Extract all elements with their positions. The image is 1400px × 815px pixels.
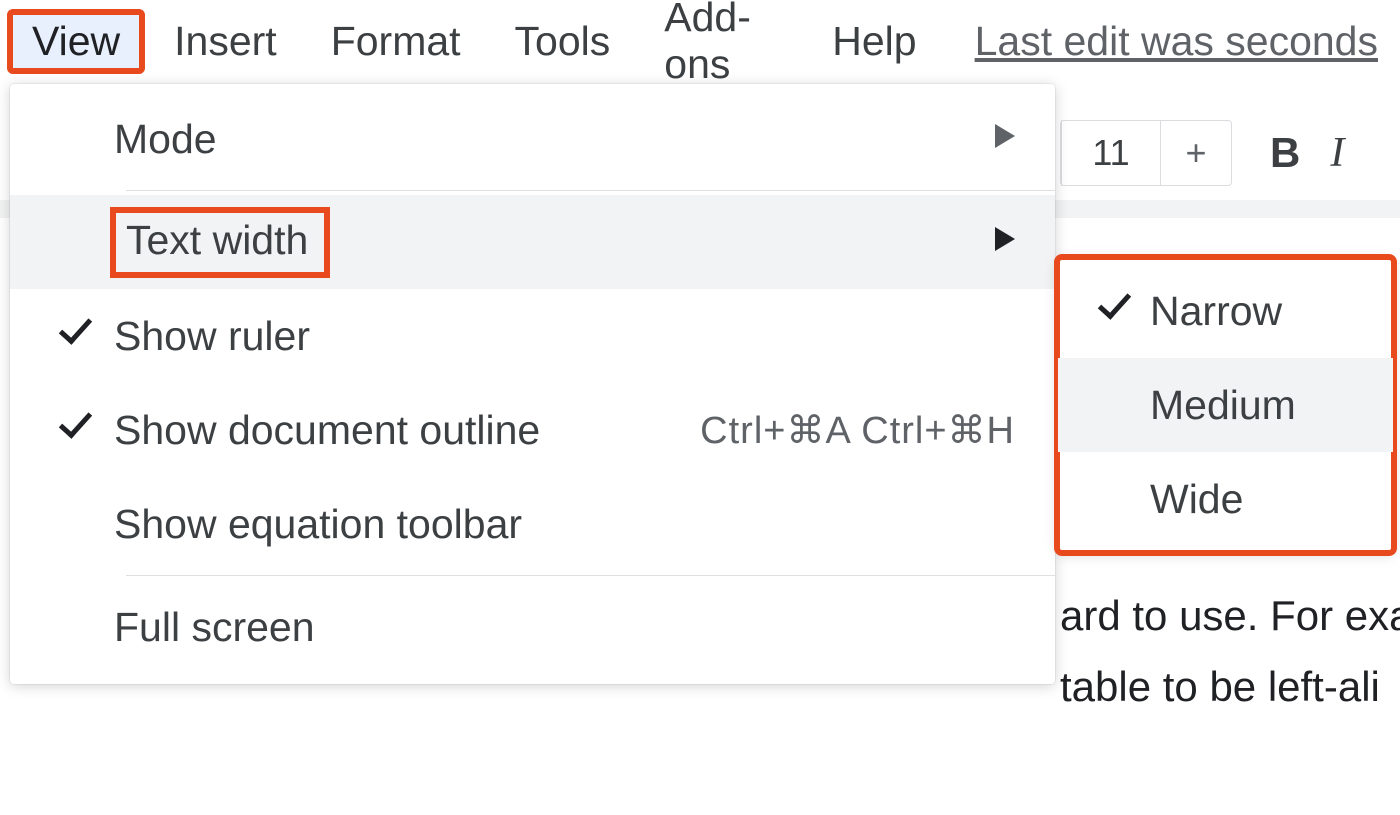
- menu-item-show-ruler-label: Show ruler: [110, 313, 1015, 360]
- bold-button[interactable]: B: [1270, 129, 1300, 177]
- check-icon: [1082, 294, 1146, 328]
- submenu-item-medium[interactable]: Medium: [1058, 358, 1393, 452]
- view-dropdown: Mode Text width Show ruler Show document…: [10, 84, 1055, 684]
- menu-item-show-ruler[interactable]: Show ruler: [10, 289, 1055, 383]
- last-edit-link[interactable]: Last edit was seconds: [963, 12, 1390, 71]
- chevron-right-icon: [995, 226, 1015, 258]
- text-width-submenu: Narrow Medium Wide: [1058, 258, 1393, 552]
- highlight-box: Text width: [110, 207, 330, 278]
- submenu-item-narrow-label: Narrow: [1146, 288, 1363, 335]
- font-size-input[interactable]: 11: [1061, 120, 1161, 186]
- menu-item-show-outline[interactable]: Show document outline Ctrl+⌘A Ctrl+⌘H: [10, 383, 1055, 477]
- menu-view[interactable]: View: [10, 12, 142, 71]
- menu-help[interactable]: Help: [810, 12, 938, 71]
- check-icon: [40, 413, 110, 447]
- menu-item-show-outline-shortcut: Ctrl+⌘A Ctrl+⌘H: [700, 408, 1015, 453]
- menu-item-show-equation-toolbar[interactable]: Show equation toolbar: [10, 477, 1055, 571]
- document-line-1: ard to use. For exa: [1060, 580, 1400, 651]
- menu-format[interactable]: Format: [309, 12, 483, 71]
- menu-item-full-screen-label: Full screen: [110, 604, 1015, 651]
- menu-tools[interactable]: Tools: [493, 12, 633, 71]
- document-text-fragment: ard to use. For exa table to be left-ali: [1060, 580, 1400, 723]
- menu-item-full-screen[interactable]: Full screen: [10, 580, 1055, 674]
- document-line-2: table to be left-ali: [1060, 651, 1400, 722]
- submenu-item-narrow[interactable]: Narrow: [1058, 264, 1393, 358]
- check-icon: [40, 319, 110, 353]
- menu-item-text-width[interactable]: Text width: [10, 195, 1055, 289]
- menu-addons[interactable]: Add-ons: [642, 0, 800, 94]
- menu-item-mode-label: Mode: [110, 116, 995, 163]
- menu-item-mode[interactable]: Mode: [10, 92, 1055, 186]
- menu-item-show-equation-label: Show equation toolbar: [110, 501, 1015, 548]
- font-size-increase[interactable]: +: [1161, 132, 1231, 174]
- submenu-item-medium-label: Medium: [1146, 382, 1363, 429]
- menubar: View Insert Format Tools Add-ons Help La…: [0, 0, 1400, 82]
- font-size-group: 11 +: [1060, 120, 1232, 186]
- menu-divider: [126, 190, 1055, 191]
- menu-item-show-outline-label: Show document outline: [110, 407, 700, 454]
- menu-item-text-width-label: Text width: [110, 207, 995, 278]
- menu-divider: [126, 575, 1055, 576]
- submenu-item-wide[interactable]: Wide: [1058, 452, 1393, 546]
- chevron-right-icon: [995, 123, 1015, 155]
- toolbar-right: 11 + B I: [1060, 118, 1400, 188]
- submenu-item-wide-label: Wide: [1146, 476, 1363, 523]
- italic-button[interactable]: I: [1330, 129, 1344, 177]
- menu-insert[interactable]: Insert: [152, 12, 299, 71]
